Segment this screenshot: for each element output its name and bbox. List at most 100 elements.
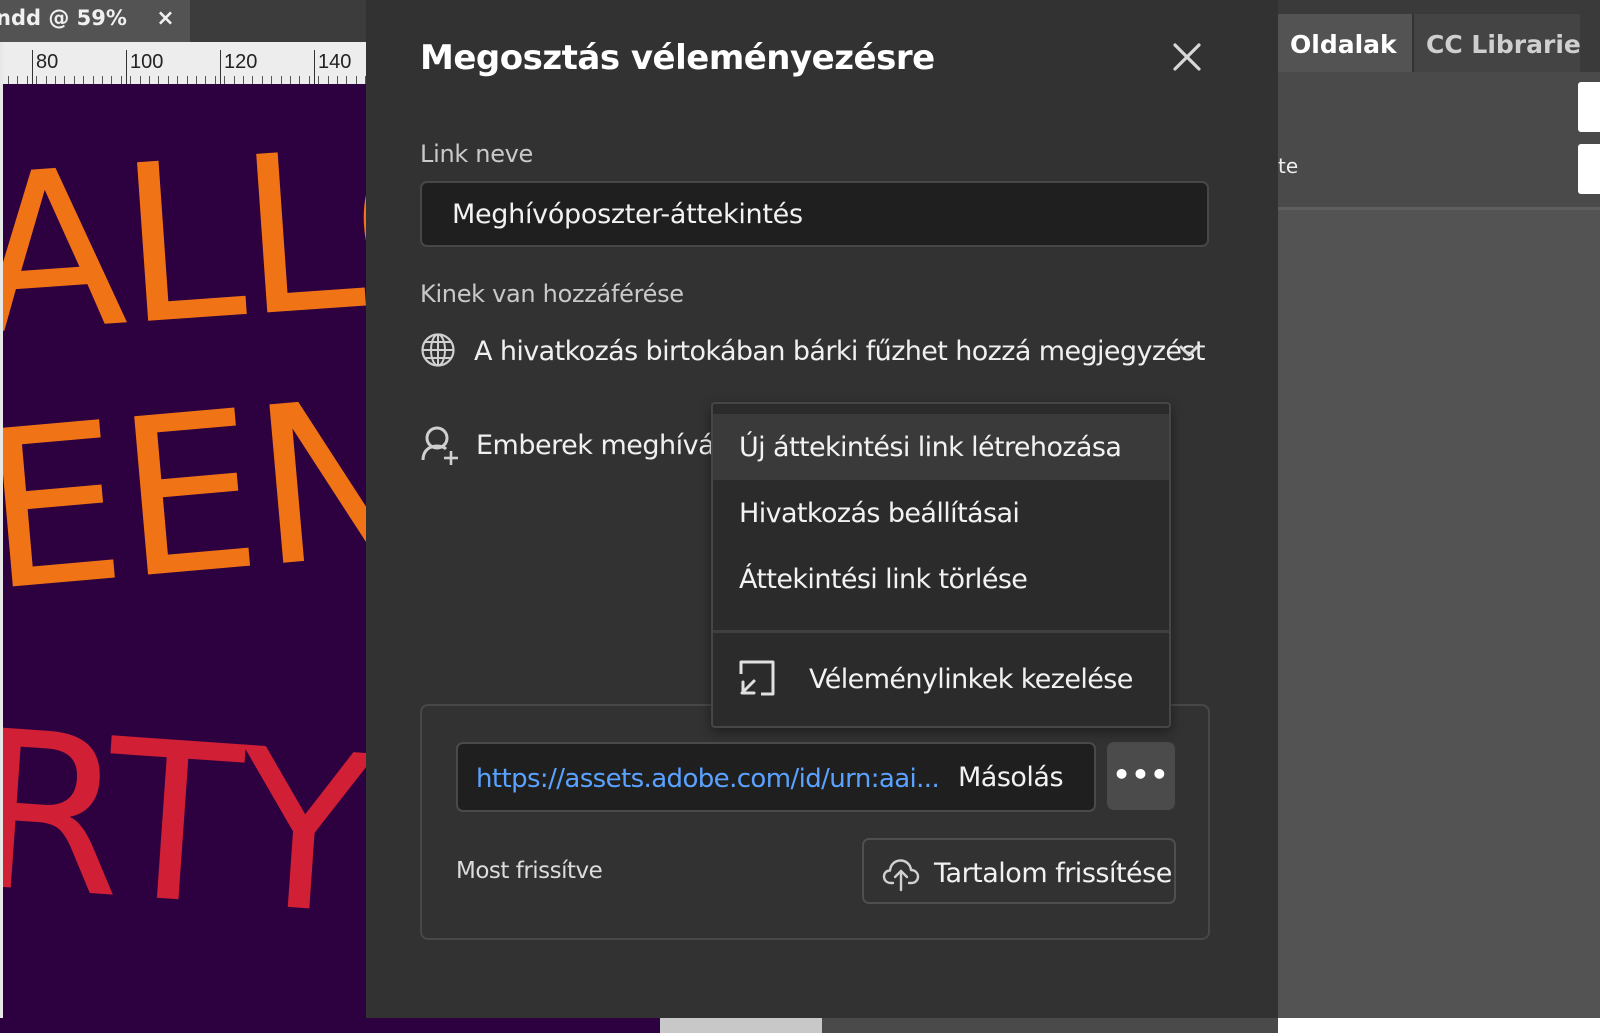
- ruler-minor-tick: [140, 76, 141, 84]
- ruler-minor-tick: [205, 76, 206, 84]
- ruler-minor-tick: [234, 76, 235, 84]
- menu-divider: [713, 630, 1169, 633]
- ruler-minor-tick: [337, 76, 338, 84]
- globe-icon: [421, 333, 455, 367]
- refresh-content-label: Tartalom frissítése: [934, 858, 1172, 889]
- ruler-minor-tick: [36, 76, 37, 84]
- scrollbar-thumb[interactable]: [660, 1018, 822, 1033]
- poster-word-allo: ALLO: [0, 93, 366, 385]
- access-label: Kinek van hozzáférése: [420, 280, 684, 308]
- tab-cc-libraries[interactable]: CC Librarie: [1412, 14, 1580, 72]
- more-icon: •••: [1112, 758, 1170, 791]
- review-link-box: https://assets.adobe.com/id/urn:aai... M…: [420, 704, 1210, 940]
- review-link-field[interactable]: https://assets.adobe.com/id/urn:aai... M…: [456, 742, 1096, 812]
- ruler-minor-tick: [83, 76, 84, 84]
- ruler-minor-tick: [55, 76, 56, 84]
- poster-word-een: EEN: [0, 350, 366, 641]
- poster-word-rty: RTY: [0, 684, 366, 965]
- page-thumbnail[interactable]: [1578, 82, 1600, 132]
- ruler-minor-tick: [93, 76, 94, 84]
- document-tab-title: ndd @ 59%: [0, 6, 127, 30]
- review-link-url[interactable]: https://assets.adobe.com/id/urn:aai...: [476, 764, 940, 794]
- invite-people-button[interactable]: Emberek meghívása: [420, 422, 720, 472]
- copy-button[interactable]: Másolás: [958, 762, 1064, 793]
- ruler-minor-tick: [102, 76, 103, 84]
- add-person-icon: [421, 426, 458, 465]
- ruler-minor-tick: [27, 76, 28, 84]
- ruler-minor-tick: [17, 76, 18, 84]
- right-panel-dock: Oldalak CC Librarie te: [1278, 0, 1600, 1033]
- close-button[interactable]: [1164, 34, 1210, 80]
- chevron-down-icon: [1179, 345, 1199, 357]
- window-edge: [0, 42, 3, 1022]
- ruler-minor-tick: [299, 76, 300, 84]
- more-options-button[interactable]: •••: [1107, 742, 1175, 810]
- ruler-minor-tick: [356, 76, 357, 84]
- ruler-minor-tick: [8, 76, 9, 84]
- ruler-minor-tick: [130, 76, 131, 84]
- ruler-minor-tick: [328, 76, 329, 84]
- menu-item-label: Új áttekintési link létrehozása: [739, 432, 1122, 463]
- canvas-bottom: [0, 1018, 660, 1033]
- menu-item-label: Hivatkozás beállításai: [739, 498, 1020, 529]
- menu-item-label: Áttekintési link törlése: [739, 564, 1028, 595]
- ruler-label: 140: [318, 51, 352, 73]
- ruler-minor-tick: [215, 76, 216, 84]
- ruler-minor-tick: [243, 76, 244, 84]
- ruler-minor-tick: [271, 76, 272, 84]
- ruler-minor-tick: [177, 76, 178, 84]
- ruler-minor-tick: [224, 76, 225, 84]
- menu-item-delete-review-link[interactable]: Áttekintési link törlése: [713, 546, 1169, 612]
- ruler-major-tick: [126, 50, 127, 84]
- ruler-minor-tick: [262, 76, 263, 84]
- document-tab-close-icon[interactable]: ×: [156, 6, 174, 31]
- ruler-minor-tick: [64, 76, 65, 84]
- ruler-minor-tick: [74, 76, 75, 84]
- tab-strip: [190, 0, 366, 42]
- menu-item-link-settings[interactable]: Hivatkozás beállításai: [713, 480, 1169, 546]
- ruler-minor-tick: [168, 76, 169, 84]
- dialog-title: Megosztás véleményezésre: [420, 38, 935, 78]
- access-dropdown[interactable]: A hivatkozás birtokában bárki fűzhet hoz…: [420, 330, 1210, 374]
- last-updated-status: Most frissítve: [456, 858, 603, 884]
- ruler-minor-tick: [111, 76, 112, 84]
- ruler-minor-tick: [187, 76, 188, 84]
- link-name-label: Link neve: [420, 140, 534, 168]
- tab-oldalak[interactable]: Oldalak: [1278, 14, 1412, 72]
- manage-links-icon: [739, 660, 775, 696]
- ruler-major-tick: [220, 50, 221, 84]
- ruler-minor-tick: [281, 76, 282, 84]
- panel-content: te: [1278, 72, 1600, 210]
- ruler-minor-tick: [309, 76, 310, 84]
- link-name-input[interactable]: [420, 181, 1209, 247]
- close-icon: [1173, 43, 1201, 71]
- document-canvas[interactable]: ALLO EEN RTY: [0, 84, 366, 1018]
- ruler-minor-tick: [46, 76, 47, 84]
- ruler-minor-tick: [290, 76, 291, 84]
- ruler-minor-tick: [318, 76, 319, 84]
- document-tab[interactable]: ndd @ 59% ×: [0, 0, 190, 42]
- more-options-menu: Új áttekintési link létrehozása Hivatkoz…: [711, 402, 1171, 728]
- ruler-minor-tick: [252, 76, 253, 84]
- ruler-label: 100: [130, 51, 164, 73]
- ruler-minor-tick: [196, 76, 197, 84]
- invite-people-label: Emberek meghívása: [476, 430, 720, 461]
- ruler-major-tick: [314, 50, 315, 84]
- menu-item-new-review-link[interactable]: Új áttekintési link létrehozása: [713, 414, 1169, 480]
- menu-item-label: Véleménylinkek kezelése: [809, 664, 1133, 695]
- ruler-minor-tick: [346, 76, 347, 84]
- panel-partial-text: te: [1278, 154, 1299, 178]
- cloud-upload-icon: [882, 859, 920, 892]
- menu-item-manage-review-links[interactable]: Véleménylinkek kezelése: [713, 646, 1169, 712]
- page-thumbnail[interactable]: [1578, 144, 1600, 194]
- ruler-minor-tick: [121, 76, 122, 84]
- refresh-content-button[interactable]: Tartalom frissítése: [862, 838, 1176, 904]
- ruler-minor-tick: [158, 76, 159, 84]
- ruler-label: 120: [224, 51, 258, 73]
- status-bar: [0, 1018, 1600, 1033]
- horizontal-ruler[interactable]: 80 100 120 140: [0, 42, 366, 84]
- ruler-major-tick: [32, 50, 33, 84]
- ruler-minor-tick: [149, 76, 150, 84]
- ruler-label: 80: [36, 51, 59, 73]
- access-value: A hivatkozás birtokában bárki fűzhet hoz…: [474, 336, 1205, 367]
